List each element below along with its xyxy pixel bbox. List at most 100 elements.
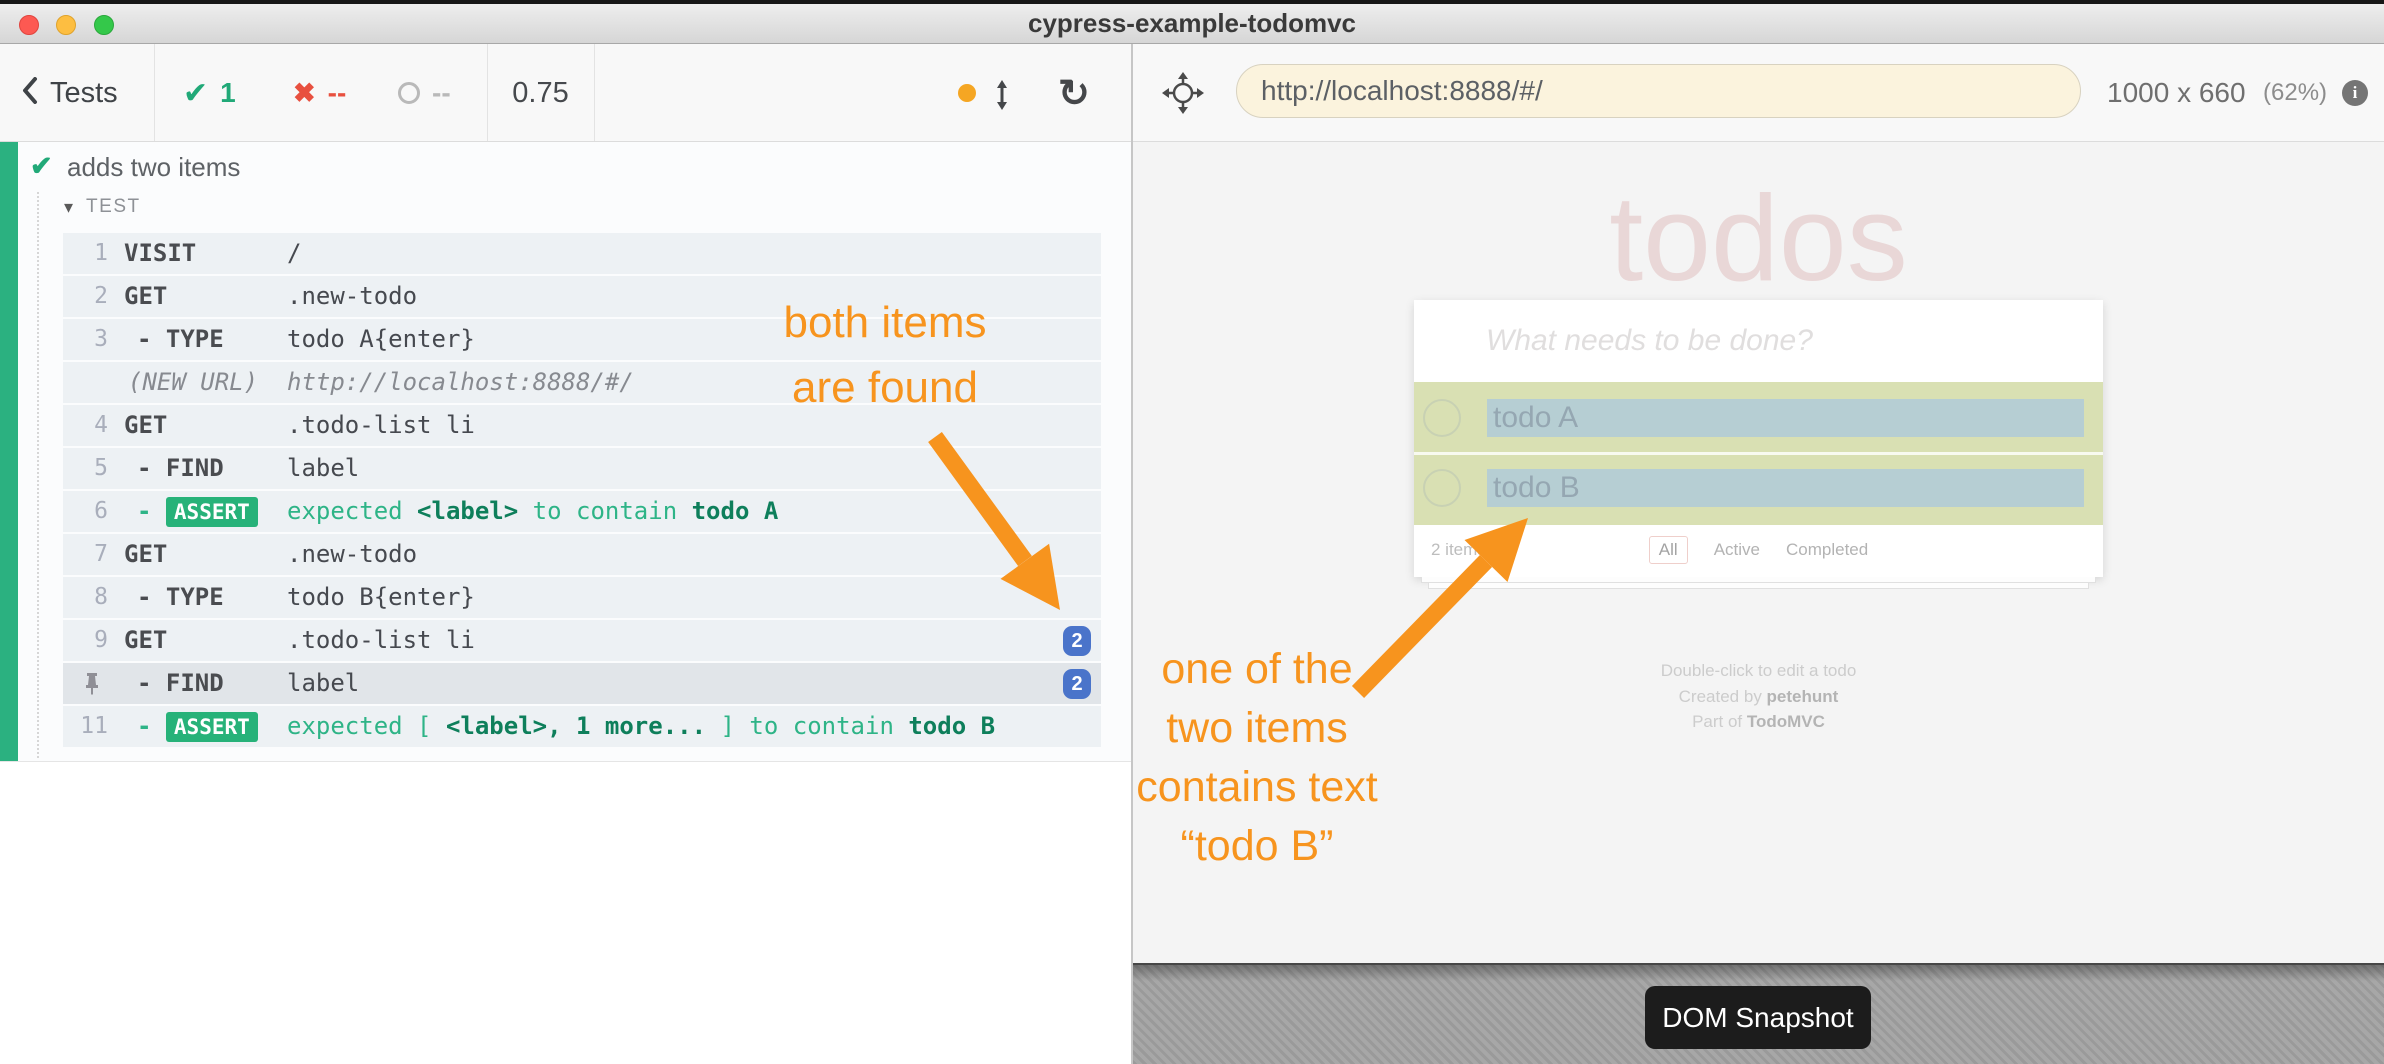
command-message: .new-todo — [287, 534, 417, 575]
command-number: 9 — [63, 620, 108, 661]
new-todo-input[interactable]: What needs to be done? — [1414, 300, 2103, 382]
refresh-icon[interactable]: ↻ — [1058, 44, 1090, 142]
viewport-indicator-dot[interactable] — [958, 84, 976, 102]
command-method: (NEW URL) — [128, 362, 258, 403]
command-method: - TYPE — [137, 319, 224, 360]
todo-toggle-icon[interactable] — [1423, 399, 1461, 437]
command-method: GET — [124, 276, 167, 317]
command-number: 8 — [63, 577, 108, 618]
command-method: - ASSERT — [137, 491, 258, 532]
command-method: VISIT — [124, 233, 196, 274]
command-method: GET — [124, 405, 167, 446]
command-message: .new-todo — [287, 276, 417, 317]
app-preview-panel: todos What needs to be done? todo A todo… — [1133, 142, 2384, 963]
passed-count: ✔ 1 — [183, 44, 236, 142]
command-row[interactable]: 5- FINDlabel — [63, 448, 1101, 491]
viewport-resize-icon[interactable] — [994, 80, 1010, 115]
stacked-sheet — [1428, 583, 2089, 589]
command-message: http://localhost:8888/#/ — [287, 362, 634, 403]
back-to-tests-button[interactable]: Tests — [22, 44, 118, 142]
snapshot-band: DOM Snapshot — [1133, 963, 2384, 1064]
command-row[interactable]: 8- TYPEtodo B{enter} — [63, 577, 1101, 620]
command-message: todo A{enter} — [287, 319, 475, 360]
selector-playground-icon[interactable] — [1161, 71, 1205, 120]
viewport-scale[interactable]: (62%) — [2263, 44, 2327, 142]
todo-toggle-icon[interactable] — [1423, 469, 1461, 507]
todomvc-link[interactable]: TodoMVC — [1747, 712, 1825, 731]
command-row[interactable]: 3 - TYPE todo A{enter} — [63, 319, 1101, 362]
chevron-left-icon — [22, 77, 38, 109]
command-row[interactable]: (NEW URL) http://localhost:8888/#/ — [63, 362, 1101, 405]
filter-completed[interactable]: Completed — [1786, 540, 1868, 560]
command-row[interactable]: 11 - ASSERT expected [ <label>, 1 more... … — [63, 706, 1101, 749]
test-section-header[interactable]: ▾ TEST — [64, 196, 141, 218]
command-number: 5 — [63, 448, 108, 489]
command-message: label — [287, 448, 359, 489]
info-icon[interactable]: i — [2342, 80, 2368, 106]
window-top-edge — [0, 0, 2384, 4]
command-row[interactable]: 1VISIT/ — [63, 233, 1101, 276]
test-title[interactable]: adds two items — [67, 152, 240, 183]
command-message: expected <label> to contain todo A — [287, 491, 778, 532]
x-icon: ✖ — [293, 78, 316, 109]
todo-label-highlight: todo B — [1487, 469, 2084, 507]
command-method: GET — [124, 534, 167, 575]
filter-all[interactable]: All — [1649, 536, 1688, 564]
collapse-triangle-icon: ▾ — [64, 197, 73, 218]
viewport-size[interactable]: 1000 x 660 — [2107, 44, 2246, 142]
pin-icon[interactable] — [84, 673, 100, 695]
todo-text: todo B — [1493, 469, 1580, 507]
command-log-panel: ✔ adds two items ▾ TEST 1VISIT/2GET.new-… — [0, 142, 1131, 762]
separator — [154, 44, 155, 141]
panel-divider[interactable] — [1131, 44, 1133, 1064]
command-message: .todo-list li — [287, 405, 475, 446]
command-row[interactable]: - FINDlabel2 — [63, 663, 1101, 706]
command-message: .todo-list li — [287, 620, 475, 661]
command-number: 3 — [63, 319, 108, 360]
command-row[interactable]: 9 GET .todo-list li 2 — [63, 620, 1101, 663]
dotted-connector — [37, 192, 39, 758]
todo-item[interactable]: todo B — [1414, 455, 2103, 525]
new-todo-placeholder: What needs to be done? — [1486, 300, 1813, 382]
command-count-badge: 2 — [1063, 626, 1091, 656]
author-link[interactable]: petehunt — [1767, 687, 1839, 706]
test-passed-check-icon: ✔ — [30, 151, 53, 182]
command-number: 7 — [63, 534, 108, 575]
command-message: expected [ <label>, 1 more... ] to conta… — [287, 706, 995, 747]
command-count-badge: 2 — [1063, 669, 1091, 699]
command-row[interactable]: 6 - ASSERT expected <label> to contain tod… — [63, 491, 1101, 534]
app-hint: Double-click to edit a todo — [1414, 661, 2103, 681]
command-row[interactable]: 2 GET .new-todo — [63, 276, 1101, 319]
separator — [594, 44, 595, 141]
command-message: todo B{enter} — [287, 577, 475, 618]
todo-card: What needs to be done? todo A todo B 2 i… — [1414, 300, 2103, 577]
command-number: 6 — [63, 491, 108, 532]
check-icon: ✔ — [183, 76, 208, 111]
command-method: GET — [124, 620, 167, 661]
circle-icon — [398, 82, 420, 104]
command-number: 1 — [63, 233, 108, 274]
test-section-label: TEST — [86, 196, 141, 218]
failed-count: ✖ -- — [293, 44, 346, 142]
command-number: 11 — [63, 706, 108, 747]
command-row[interactable]: 4 GET .todo-list li — [63, 405, 1101, 448]
command-number: 2 — [63, 276, 108, 317]
dom-snapshot-badge: DOM Snapshot — [1645, 986, 1871, 1049]
filter-bar: All Active Completed — [1414, 525, 2103, 574]
url-text: http://localhost:8888/#/ — [1261, 75, 1543, 107]
app-credit: Part of TodoMVC — [1414, 712, 2103, 732]
test-duration: 0.75 — [487, 44, 594, 142]
todo-item[interactable]: todo A — [1414, 382, 2103, 455]
command-method: - ASSERT — [137, 706, 258, 747]
filter-active[interactable]: Active — [1714, 540, 1760, 560]
titlebar: cypress-example-todomvc — [0, 0, 2384, 44]
toolbar: Tests ✔ 1 ✖ -- -- 0.75 ↻ http://localhos… — [0, 44, 2384, 142]
todo-text: todo A — [1493, 399, 1578, 437]
command-number: 4 — [63, 405, 108, 446]
url-input[interactable]: http://localhost:8888/#/ — [1236, 64, 2081, 118]
command-row[interactable]: 7 GET .new-todo — [63, 534, 1101, 577]
failed-count-value: -- — [328, 77, 347, 109]
window-title: cypress-example-todomvc — [0, 8, 2384, 39]
pending-count-value: -- — [432, 77, 451, 109]
command-method: - FIND — [137, 663, 224, 704]
